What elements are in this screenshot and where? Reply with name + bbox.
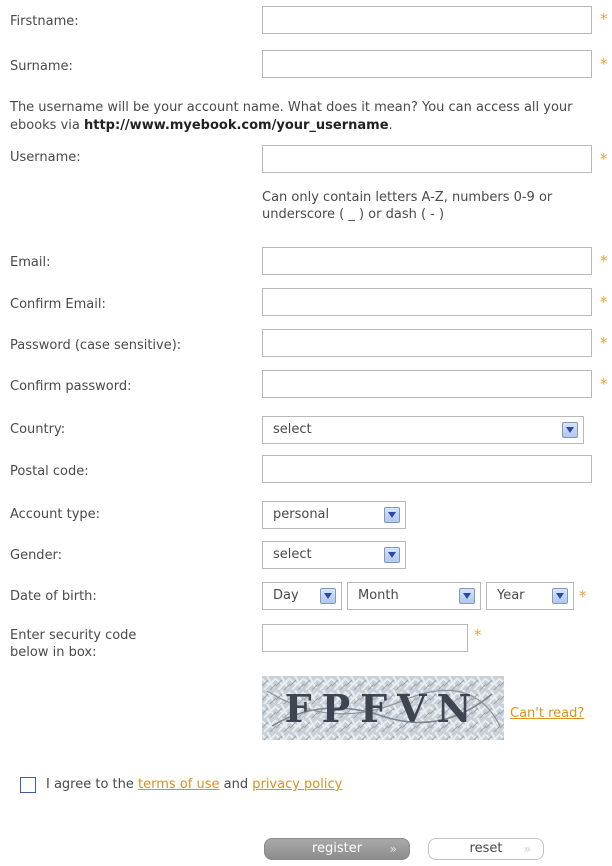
postal-code-label: Postal code: (10, 464, 89, 479)
cant-read-link[interactable]: Can't read? (510, 706, 584, 722)
required-mark: * (474, 626, 482, 644)
date-of-birth-label: Date of birth: (10, 589, 97, 604)
username-input[interactable] (262, 145, 592, 173)
country-selected-value: select (273, 422, 312, 437)
username-hint: Can only contain letters A-Z, numbers 0-… (262, 190, 553, 222)
postal-code-input[interactable] (262, 455, 592, 483)
firstname-label: Firstname: (10, 14, 79, 29)
required-mark: * (579, 587, 587, 605)
required-mark: * (600, 252, 608, 270)
account-type-select[interactable]: personal (262, 501, 406, 529)
dropdown-arrow-icon[interactable] (459, 588, 475, 604)
dropdown-arrow-icon[interactable] (562, 422, 578, 438)
security-code-input[interactable] (262, 624, 468, 652)
required-mark: * (600, 293, 608, 311)
dropdown-arrow-icon[interactable] (552, 588, 568, 604)
gender-label: Gender: (10, 548, 63, 563)
account-type-selected-value: personal (273, 507, 330, 522)
agree-checkbox[interactable] (20, 777, 36, 793)
security-code-label-line2: below in box: (10, 645, 97, 660)
required-mark: * (600, 375, 608, 393)
privacy-policy-link[interactable]: privacy policy (252, 777, 342, 792)
birth-day-value: Day (273, 588, 299, 603)
required-mark: * (600, 334, 608, 352)
birth-month-select[interactable]: Month (347, 582, 481, 610)
account-type-label: Account type: (10, 507, 101, 522)
confirm-email-label: Confirm Email: (10, 297, 106, 312)
confirm-email-input[interactable] (262, 288, 592, 316)
birth-year-select[interactable]: Year (486, 582, 574, 610)
firstname-input[interactable] (262, 6, 592, 34)
chevron-right-icon: » (523, 842, 531, 856)
reset-button-label: reset (469, 841, 503, 856)
register-button-label: register (311, 841, 363, 856)
required-mark: * (600, 150, 608, 168)
confirm-password-input[interactable] (262, 370, 592, 398)
email-input[interactable] (262, 247, 592, 275)
country-select[interactable]: select (262, 416, 584, 444)
reset-button[interactable]: reset » (428, 838, 544, 860)
required-mark: * (600, 10, 608, 28)
email-label: Email: (10, 255, 51, 270)
security-code-label-line1: Enter security code (10, 628, 137, 643)
captcha-text: FPFVN (285, 686, 482, 731)
birth-month-value: Month (358, 588, 399, 603)
birth-day-select[interactable]: Day (262, 582, 342, 610)
profile-url: http://www.myebook.com/your_username (84, 118, 389, 133)
dropdown-arrow-icon[interactable] (320, 588, 336, 604)
username-description: The username will be your account name. … (10, 100, 573, 133)
country-label: Country: (10, 422, 66, 437)
captcha-image: FPFVN (262, 676, 504, 740)
birth-year-value: Year (497, 588, 525, 603)
register-button[interactable]: register » (264, 838, 410, 860)
username-label: Username: (10, 150, 81, 165)
password-input[interactable] (262, 329, 592, 357)
terms-of-use-link[interactable]: terms of use (138, 777, 219, 792)
surname-label: Surname: (10, 59, 73, 74)
dropdown-arrow-icon[interactable] (384, 547, 400, 563)
chevron-right-icon: » (389, 842, 397, 856)
password-label: Password (case sensitive): (10, 338, 182, 353)
required-mark: * (600, 55, 608, 73)
gender-select[interactable]: select (262, 541, 406, 569)
surname-input[interactable] (262, 50, 592, 78)
confirm-password-label: Confirm password: (10, 379, 132, 394)
agreement-text: I agree to the terms of use and privacy … (46, 777, 343, 792)
dropdown-arrow-icon[interactable] (384, 507, 400, 523)
gender-selected-value: select (273, 547, 312, 562)
